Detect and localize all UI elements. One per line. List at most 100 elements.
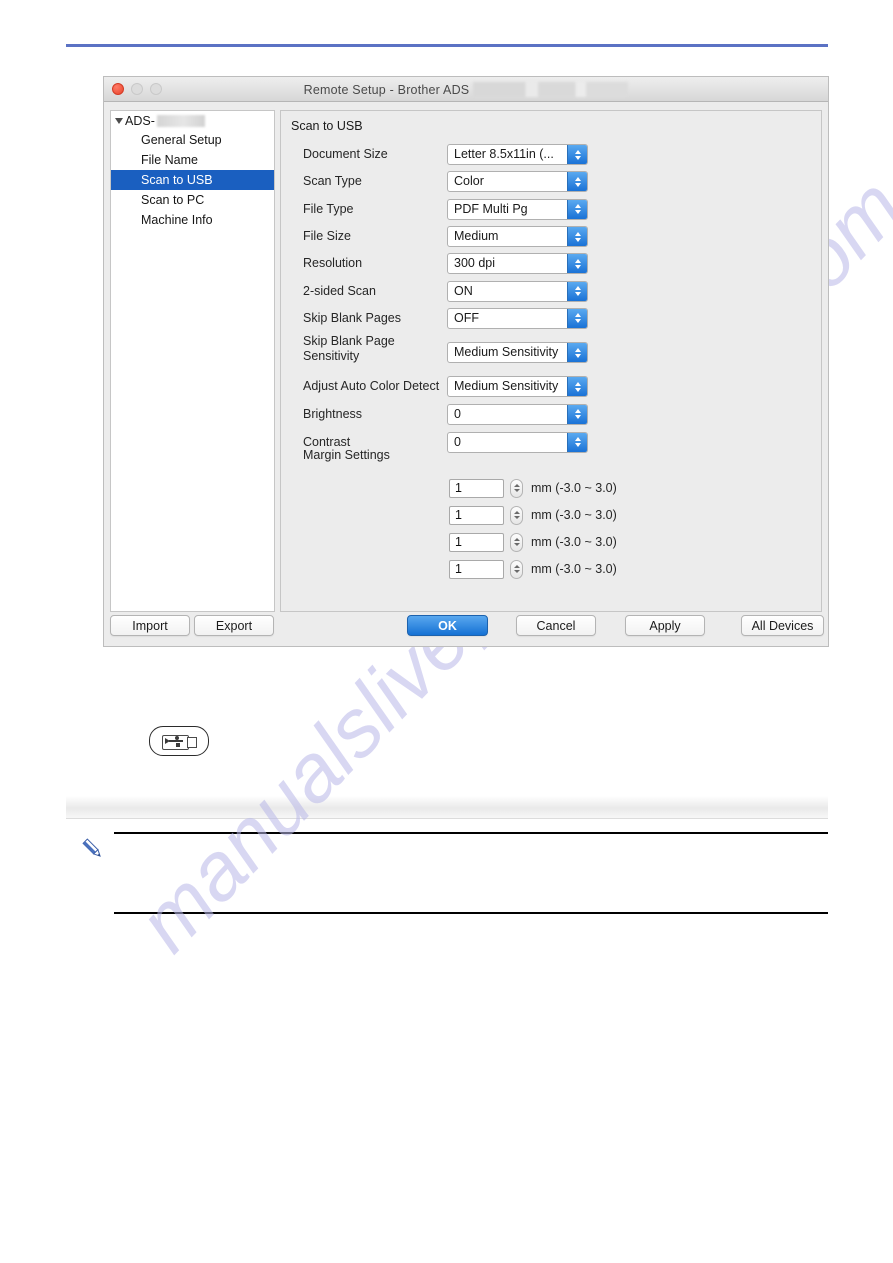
field-row-file-type: File Type PDF Multi Pg: [281, 196, 821, 223]
margin-left-stepper[interactable]: [510, 478, 523, 498]
scan-type-select[interactable]: Color: [447, 171, 588, 193]
all-devices-button[interactable]: All Devices: [741, 615, 824, 636]
field-row-skip-blank-pages: Skip Blank Pages OFF: [281, 305, 821, 332]
margin-unit-label: mm (-3.0 ~ 3.0): [531, 535, 617, 549]
margin-bottom-input[interactable]: 1: [449, 559, 504, 579]
field-label: File Size: [303, 229, 351, 244]
sidebar-item-scan-to-pc[interactable]: Scan to PC: [111, 190, 274, 210]
section-divider-bar: [66, 796, 828, 819]
sidebar-item-general-setup[interactable]: General Setup: [111, 130, 274, 150]
pane-title: Scan to USB: [291, 119, 363, 133]
stepper-arrows-icon[interactable]: [567, 227, 587, 247]
field-value: 0: [454, 406, 461, 421]
window-title-text: Remote Setup - Brother ADS: [303, 82, 470, 97]
skip-blank-page-sensitivity-select[interactable]: Medium Sensitivity: [447, 342, 588, 364]
window-titlebar[interactable]: Remote Setup - Brother ADS: [104, 77, 828, 102]
pencil-icon: [82, 838, 101, 857]
stepper-arrows-icon[interactable]: [567, 199, 587, 219]
field-row-document-size: Document Size Letter 8.5x11in (...: [281, 141, 821, 168]
stepper-arrows-icon[interactable]: [567, 432, 587, 452]
usb-glyph-icon: [162, 734, 197, 750]
import-button[interactable]: Import: [110, 615, 190, 636]
field-row-file-size: File Size Medium: [281, 223, 821, 250]
field-label: Skip Blank Page Sensitivity: [303, 334, 395, 363]
margin-unit-label: mm (-3.0 ~ 3.0): [531, 481, 617, 495]
file-type-select[interactable]: PDF Multi Pg: [447, 198, 588, 220]
field-value: ON: [454, 283, 473, 298]
note-block: [82, 832, 828, 914]
sidebar-item-machine-info[interactable]: Machine Info: [111, 210, 274, 230]
window-title-redaction: [473, 82, 629, 97]
scan-to-usb-key-icon: [149, 726, 209, 756]
export-button[interactable]: Export: [194, 615, 274, 636]
field-label: 2-sided Scan: [303, 283, 376, 298]
field-label: Brightness: [303, 406, 363, 421]
tree-root-node[interactable]: ADS-: [111, 111, 274, 130]
field-row-scan-type: Scan Type Color: [281, 168, 821, 195]
window-title: Remote Setup - Brother ADS: [104, 80, 828, 99]
note-rule-bottom: [114, 912, 828, 914]
field-value: OFF: [454, 310, 479, 325]
adjust-auto-color-detect-select[interactable]: Medium Sensitivity: [447, 376, 588, 398]
stepper-arrows-icon[interactable]: [567, 254, 587, 274]
margin-settings-title: Margin Settings: [303, 448, 390, 462]
document-size-select[interactable]: Letter 8.5x11in (...: [447, 144, 588, 166]
margin-row-bottom: Bottom 1 mm (-3.0 ~ 3.0): [281, 558, 821, 580]
field-value: PDF Multi Pg: [454, 201, 528, 216]
window-body: ADS- General Setup File Name Scan to USB…: [104, 102, 828, 646]
field-value: 300 dpi: [454, 256, 496, 271]
page-header-rule: [66, 44, 828, 47]
sidebar-item-file-name[interactable]: File Name: [111, 150, 274, 170]
cancel-button[interactable]: Cancel: [516, 615, 596, 636]
sidebar-item-scan-to-usb[interactable]: Scan to USB: [111, 170, 274, 190]
margin-row-top: Top 1 mm (-3.0 ~ 3.0): [281, 504, 821, 526]
settings-pane: Scan to USB Document Size Letter 8.5x11i…: [280, 110, 822, 612]
margin-right-stepper[interactable]: [510, 532, 523, 552]
stepper-arrows-icon[interactable]: [567, 145, 587, 165]
field-label: File Type: [303, 201, 354, 216]
margin-top-input[interactable]: 1: [449, 505, 504, 525]
file-size-select[interactable]: Medium: [447, 226, 588, 248]
field-row-skip-blank-page-sensitivity: Skip Blank Page Sensitivity Medium Sensi…: [281, 332, 821, 373]
field-value: Letter 8.5x11in (...: [454, 147, 554, 162]
resolution-select[interactable]: 300 dpi: [447, 253, 588, 275]
field-row-adjust-auto-color-detect: Adjust Auto Color Detect Medium Sensitiv…: [281, 373, 821, 400]
stepper-arrows-icon[interactable]: [567, 404, 587, 424]
field-label: Adjust Auto Color Detect: [303, 379, 440, 394]
tree-root-redaction: [156, 115, 205, 127]
margin-bottom-stepper[interactable]: [510, 559, 523, 579]
note-rule-top: [114, 832, 828, 834]
two-sided-scan-select[interactable]: ON: [447, 280, 588, 302]
stepper-arrows-icon[interactable]: [567, 308, 587, 328]
triangle-collapse-icon[interactable]: [115, 118, 123, 124]
brightness-select[interactable]: 0: [447, 403, 588, 425]
margin-row-right: Right 1 mm (-3.0 ~ 3.0): [281, 531, 821, 553]
field-value: Medium Sensitivity: [454, 345, 559, 360]
margin-right-input[interactable]: 1: [449, 532, 504, 552]
margin-unit-label: mm (-3.0 ~ 3.0): [531, 508, 617, 522]
field-row-resolution: Resolution 300 dpi: [281, 250, 821, 277]
field-label: Scan Type: [303, 174, 362, 189]
ok-button[interactable]: OK: [407, 615, 488, 636]
dialog-footer: Import Export OK Cancel Apply All Device…: [104, 609, 828, 646]
device-tree-sidebar[interactable]: ADS- General Setup File Name Scan to USB…: [110, 110, 275, 612]
field-label: Resolution: [303, 256, 363, 271]
field-row-brightness: Brightness 0: [281, 400, 821, 428]
field-value: Medium: [454, 229, 499, 244]
margin-top-stepper[interactable]: [510, 505, 523, 525]
skip-blank-pages-select[interactable]: OFF: [447, 307, 588, 329]
settings-form: Document Size Letter 8.5x11in (... Scan …: [281, 141, 821, 456]
tree-root-label: ADS-: [125, 114, 155, 128]
field-value: 0: [454, 434, 461, 449]
stepper-arrows-icon[interactable]: [567, 377, 587, 397]
field-value: Color: [454, 174, 484, 189]
margin-row-left: Left 1 mm (-3.0 ~ 3.0): [281, 477, 821, 499]
stepper-arrows-icon[interactable]: [567, 281, 587, 301]
margin-left-input[interactable]: 1: [449, 478, 504, 498]
stepper-arrows-icon[interactable]: [567, 172, 587, 192]
stepper-arrows-icon[interactable]: [567, 343, 587, 363]
field-row-2-sided-scan: 2-sided Scan ON: [281, 277, 821, 304]
field-value: Medium Sensitivity: [454, 379, 559, 394]
contrast-select[interactable]: 0: [447, 431, 588, 453]
apply-button[interactable]: Apply: [625, 615, 705, 636]
